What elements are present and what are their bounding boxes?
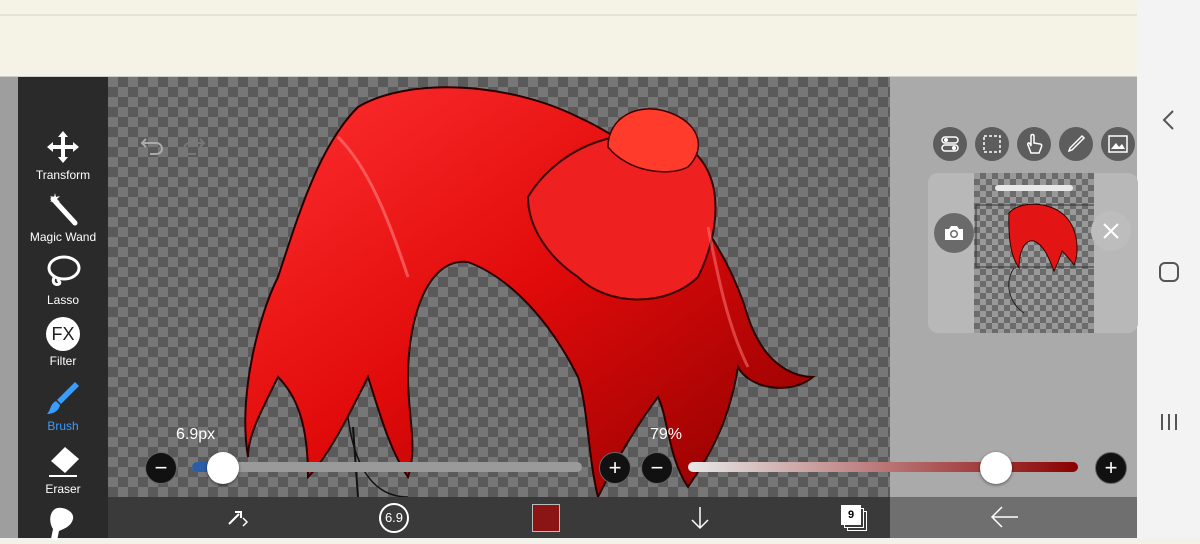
- toggle-icon[interactable]: [933, 127, 967, 161]
- layer-count: 9: [841, 504, 861, 525]
- opacity-decrease-button[interactable]: −: [641, 452, 673, 484]
- eyedropper-icon[interactable]: [1059, 127, 1093, 161]
- smudge-icon: [50, 507, 74, 541]
- home-nav-icon[interactable]: [1137, 252, 1200, 292]
- back-nav-icon[interactable]: [1137, 100, 1200, 140]
- tool-label: Brush: [47, 419, 79, 433]
- tool-eraser[interactable]: Eraser: [11, 443, 115, 496]
- fx-icon: FX: [46, 317, 80, 351]
- back-button[interactable]: [890, 497, 1137, 538]
- hair-artwork: [244, 86, 816, 497]
- arrow-down-icon[interactable]: [680, 497, 720, 538]
- camera-icon[interactable]: [934, 213, 974, 253]
- touch-icon[interactable]: [1017, 127, 1051, 161]
- opacity-slider-knob[interactable]: [980, 452, 1012, 484]
- layer-preview-art: [975, 203, 1127, 314]
- selection-icon[interactable]: [975, 127, 1009, 161]
- tool-sidebar: Transform Magic Wand Lasso FX Filter Bru…: [18, 77, 108, 541]
- layers-button[interactable]: 9: [834, 497, 874, 538]
- brush-size-badge-text: 6.9: [379, 502, 409, 533]
- drawing-canvas[interactable]: [108, 77, 890, 497]
- tool-brush[interactable]: Brush: [11, 380, 115, 433]
- redo-icon[interactable]: [182, 135, 206, 160]
- undo-icon[interactable]: [140, 135, 164, 160]
- brush-size-badge[interactable]: 6.9: [374, 497, 414, 538]
- tool-filter[interactable]: FX Filter: [11, 317, 115, 368]
- opacity-label: 79%: [650, 426, 683, 443]
- tool-transform[interactable]: Transform: [11, 129, 115, 182]
- tool-label: Transform: [35, 168, 91, 182]
- swap-icon[interactable]: [218, 497, 258, 538]
- tool-label: Filter: [49, 354, 77, 368]
- move-arrows-icon: [47, 131, 79, 163]
- recents-nav-icon[interactable]: [1137, 402, 1200, 442]
- magic-wand-icon: [50, 193, 78, 226]
- layer-thumbnail[interactable]: [974, 173, 1127, 333]
- brush-size-slider-knob[interactable]: [207, 452, 239, 484]
- tool-magic-wand[interactable]: Magic Wand: [11, 191, 115, 244]
- brush-size-label: 6.9px: [176, 426, 216, 443]
- brush-size-slider-track[interactable]: [192, 462, 582, 472]
- arrow-left-icon: [990, 505, 1020, 534]
- layers-icon: 9: [841, 504, 867, 531]
- layer-drag-handle[interactable]: [995, 185, 1073, 191]
- color-swatch-fill: [532, 503, 560, 532]
- top-bar-divider: [0, 14, 1137, 16]
- tool-label: Lasso: [46, 293, 80, 307]
- brush-icon: [47, 382, 79, 414]
- tool-lasso[interactable]: Lasso: [11, 254, 115, 307]
- eraser-icon: [49, 447, 79, 477]
- opacity-increase-button[interactable]: +: [1095, 452, 1127, 484]
- color-swatch[interactable]: [526, 497, 566, 538]
- brush-size-increase-button[interactable]: +: [599, 452, 631, 484]
- system-nav-bar: [1137, 0, 1200, 538]
- tool-label: Eraser: [45, 482, 81, 496]
- app-top-bar: [0, 0, 1137, 77]
- brush-size-decrease-button[interactable]: −: [145, 452, 177, 484]
- image-icon[interactable]: [1101, 127, 1135, 161]
- lasso-icon: [47, 255, 81, 286]
- opacity-slider-track[interactable]: [688, 462, 1078, 472]
- close-icon[interactable]: [1091, 211, 1131, 251]
- tool-label: Magic Wand: [29, 230, 97, 244]
- tool-smudge[interactable]: [11, 505, 115, 544]
